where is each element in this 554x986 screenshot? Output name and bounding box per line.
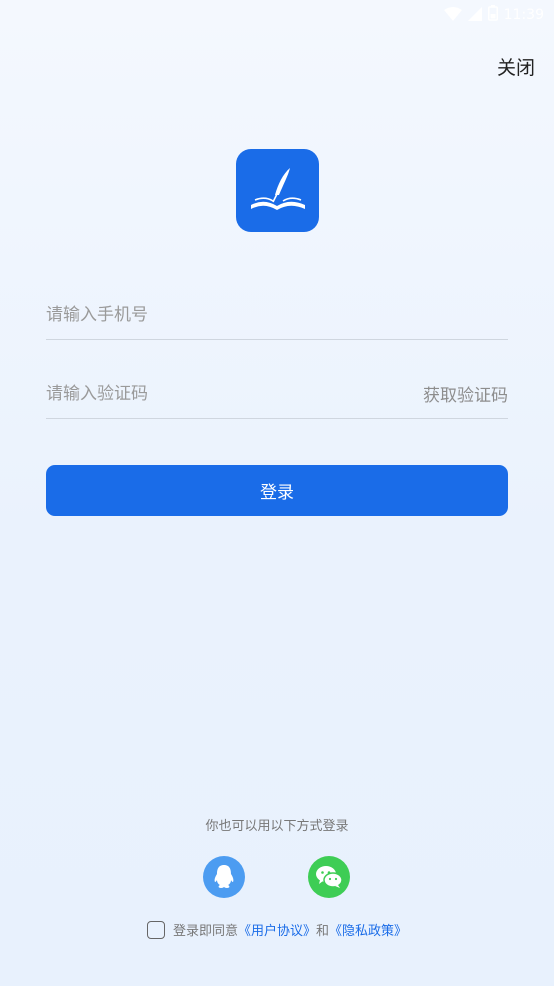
phone-field (46, 290, 508, 340)
agreement-checkbox[interactable] (146, 920, 165, 939)
get-code-button[interactable]: 获取验证码 (423, 381, 508, 406)
qq-login-button[interactable] (203, 856, 245, 898)
wechat-icon (316, 866, 343, 888)
close-button[interactable]: 关闭 (497, 53, 535, 80)
privacy-policy-link[interactable]: 《隐私政策》 (329, 924, 407, 939)
code-field: 获取验证码 (46, 369, 508, 419)
login-button[interactable]: 登录 (46, 465, 508, 516)
wifi-icon (443, 6, 462, 25)
signal-icon (467, 6, 482, 25)
clock: 11:39 (503, 7, 544, 23)
agreement-conjunction: 和 (316, 924, 330, 939)
verification-code-input[interactable] (46, 383, 346, 404)
agreement-prefix: 登录即同意 (172, 924, 238, 939)
phone-input[interactable] (46, 304, 346, 325)
user-agreement-link[interactable]: 《用户协议》 (238, 924, 316, 939)
qq-icon (214, 865, 234, 888)
app-logo (236, 149, 319, 232)
agreement-row: 登录即同意《用户协议》和《隐私政策》 (0, 920, 554, 939)
status-bar: 11:39 (0, 0, 554, 30)
wechat-login-button[interactable] (308, 856, 350, 898)
battery-icon (487, 5, 498, 25)
other-login-title: 你也可以用以下方式登录 (205, 819, 349, 834)
book-quill-icon (250, 167, 305, 210)
